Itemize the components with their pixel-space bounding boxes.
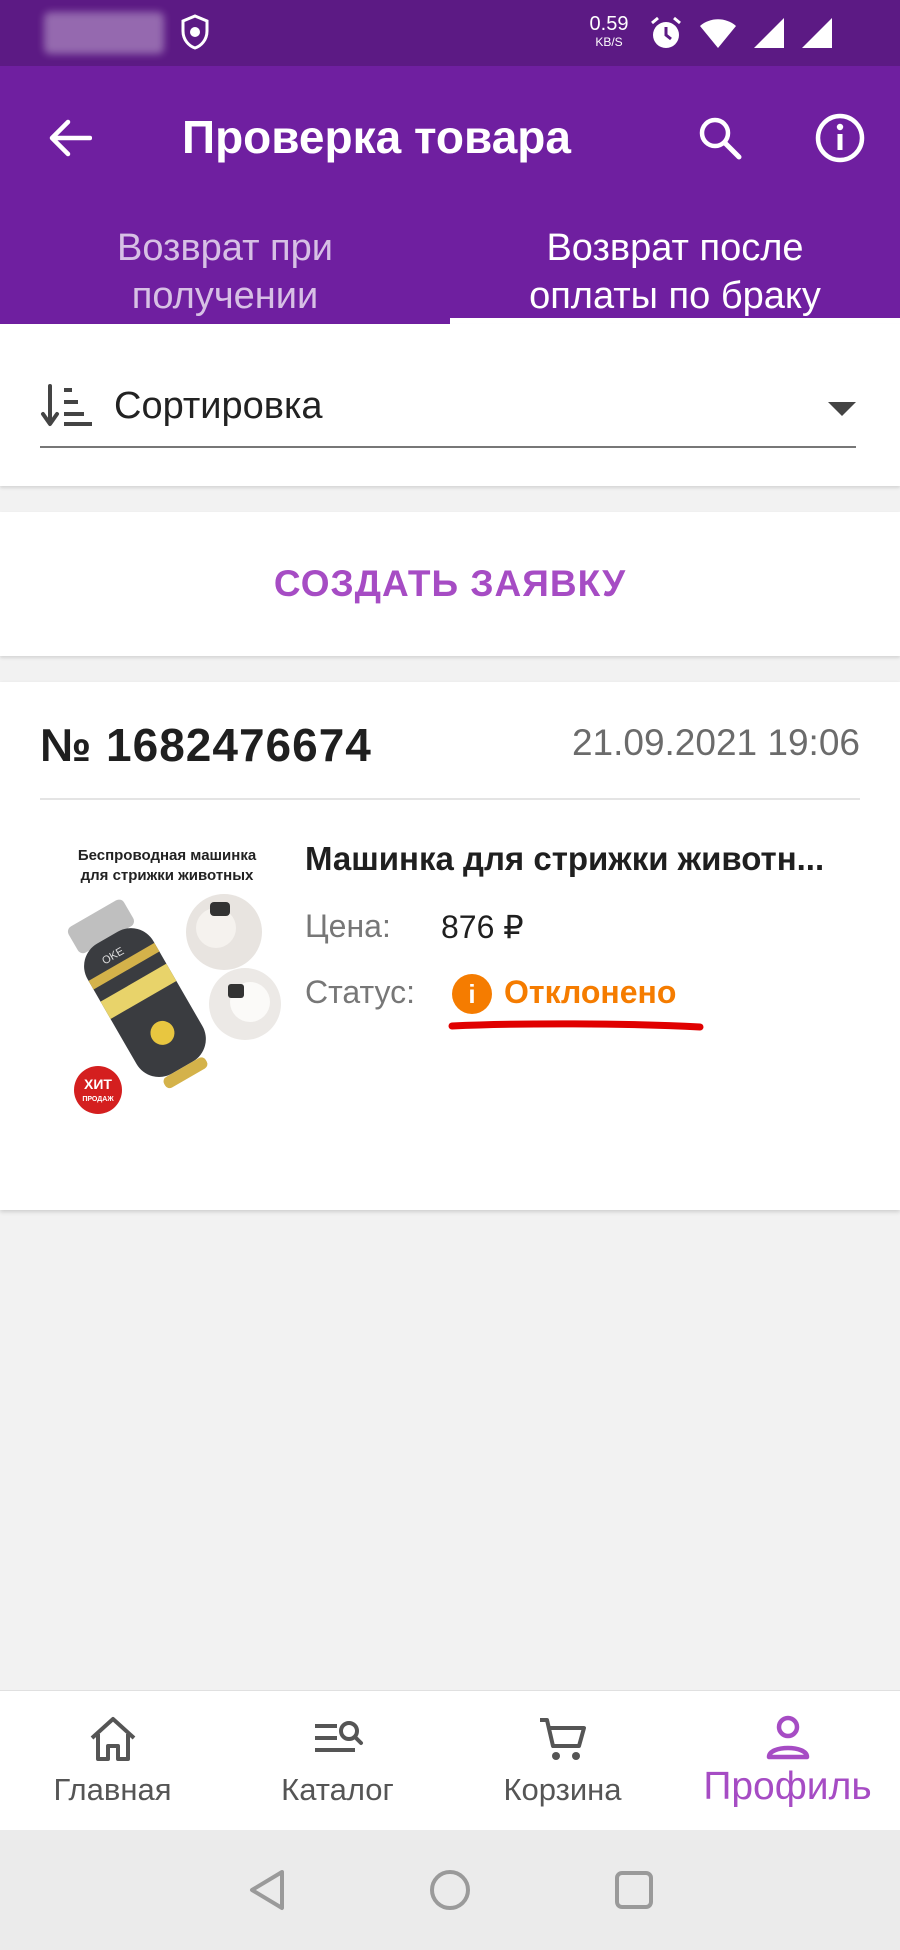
search-button[interactable] — [690, 108, 750, 168]
order-date: 21.09.2021 19:06 — [571, 722, 860, 763]
divider — [40, 798, 860, 800]
page-title: Проверка товара — [182, 111, 571, 163]
sort-label: Сортировка — [114, 384, 323, 427]
signal-icon — [754, 18, 784, 48]
info-icon — [815, 113, 865, 163]
nav-label-cart: Корзина — [503, 1772, 622, 1807]
price-label: Цена: — [305, 908, 391, 944]
nav-item-cart[interactable]: Корзина — [450, 1691, 675, 1831]
info-button[interactable] — [810, 108, 870, 168]
status-bar: 0.59 KB/S — [0, 0, 900, 66]
app-bar: Проверка товара Возврат при получении Во… — [0, 66, 900, 324]
order-card[interactable]: № 1682476674 21.09.2021 19:06 Беспроводн… — [0, 682, 900, 1210]
home-icon — [90, 1717, 135, 1761]
product-image: Беспроводная машинка для стрижки животны… — [40, 832, 290, 1142]
product-name: Машинка для стрижки животн... — [305, 840, 825, 877]
signal-icon-2 — [802, 18, 832, 48]
image-caption-line1: Беспроводная машинка — [78, 847, 257, 864]
image-caption-line2: для стрижки животных — [81, 867, 254, 884]
nav-item-catalog[interactable]: Каталог — [225, 1691, 450, 1831]
wifi-icon — [700, 19, 736, 48]
shield-call-icon — [181, 14, 209, 50]
nav-label-catalog: Каталог — [281, 1772, 394, 1807]
bottom-navigation: Главная Каталог Корзина Профиль — [0, 1690, 900, 1830]
image-badge-sub: ПРОДАЖ — [82, 1096, 114, 1103]
cart-icon — [539, 1718, 586, 1760]
alarm-icon — [651, 16, 681, 48]
status-value: Отклонено — [504, 974, 677, 1010]
sort-icon — [41, 384, 92, 426]
create-request-button[interactable]: СОЗДАТЬ ЗАЯВКУ — [0, 512, 900, 656]
network-speed: 0.59 KB/S — [589, 13, 629, 49]
status-info-icon: i — [452, 974, 492, 1014]
nav-label-home: Главная — [53, 1772, 172, 1807]
back-button[interactable] — [40, 108, 100, 168]
red-annotation-underline — [448, 1020, 704, 1031]
arrow-back-icon — [49, 119, 92, 157]
create-request-label: СОЗДАТЬ ЗАЯВКУ — [273, 563, 627, 604]
system-recent-apps-icon[interactable] — [612, 1868, 656, 1912]
price-value: 876 ₽ — [441, 909, 524, 945]
system-back-icon[interactable] — [246, 1868, 290, 1912]
image-badge: ХИТ — [84, 1076, 112, 1092]
sort-card: Сортировка — [0, 324, 900, 486]
search-icon — [699, 117, 742, 160]
tab-return-after-payment[interactable]: Возврат после оплаты по браку — [450, 220, 900, 324]
profile-icon — [766, 1715, 809, 1760]
nav-item-home[interactable]: Главная — [0, 1691, 225, 1831]
nav-item-profile[interactable]: Профиль — [675, 1691, 900, 1831]
nav-label-profile: Профиль — [703, 1765, 872, 1808]
sort-dropdown[interactable]: Сортировка — [40, 366, 856, 448]
dropdown-caret-icon — [828, 402, 856, 416]
system-home-icon[interactable] — [428, 1868, 472, 1912]
blurred-notification-icons — [44, 12, 164, 54]
order-number: № 1682476674 — [40, 719, 372, 771]
catalog-search-icon — [314, 1721, 363, 1752]
system-navigation-bar — [0, 1830, 900, 1950]
tab-return-on-receipt[interactable]: Возврат при получении — [0, 220, 450, 324]
status-label: Статус: — [305, 974, 416, 1010]
